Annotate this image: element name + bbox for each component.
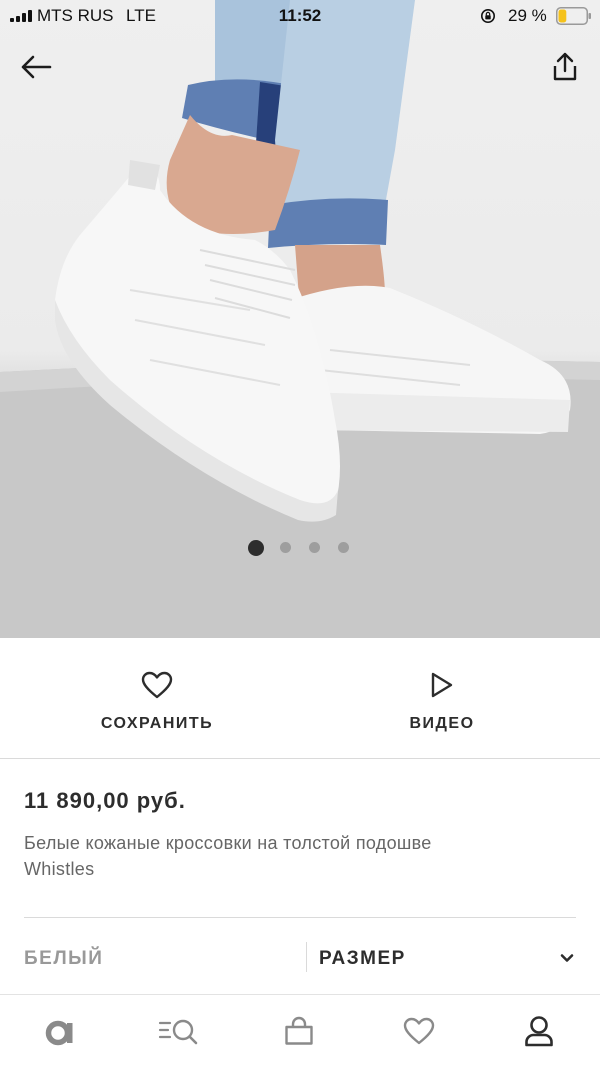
divider bbox=[0, 758, 600, 759]
search-icon bbox=[158, 1019, 198, 1045]
asos-logo-icon bbox=[45, 1020, 73, 1046]
heart-icon bbox=[141, 671, 173, 699]
product-image-gallery[interactable]: MTS RUS LTE 11:52 29 % bbox=[0, 0, 600, 638]
bag-icon bbox=[285, 1016, 313, 1045]
save-button[interactable]: СОХРАНИТЬ bbox=[57, 668, 257, 733]
battery-percent: 29 % bbox=[508, 6, 547, 25]
save-label: СОХРАНИТЬ bbox=[100, 715, 214, 732]
play-icon bbox=[431, 672, 453, 698]
back-button[interactable] bbox=[14, 45, 58, 89]
tab-home[interactable] bbox=[36, 1011, 84, 1051]
gallery-dot[interactable] bbox=[337, 542, 349, 553]
chevron-down-icon bbox=[560, 954, 574, 962]
tab-saved[interactable] bbox=[395, 1011, 443, 1051]
user-icon bbox=[525, 1016, 553, 1047]
tab-bar bbox=[0, 994, 600, 1066]
status-bar: MTS RUS LTE 11:52 29 % bbox=[0, 0, 600, 32]
size-label: РАЗМЕР bbox=[319, 948, 406, 969]
tab-search[interactable] bbox=[155, 1011, 203, 1051]
action-row: СОХРАНИТЬ ВИДЕО bbox=[0, 638, 600, 758]
gallery-dot[interactable] bbox=[308, 542, 320, 553]
variant-row: БЕЛЫЙ РАЗМЕР bbox=[0, 918, 600, 994]
arrow-left-icon bbox=[21, 55, 52, 79]
video-button[interactable]: ВИДЕО bbox=[342, 668, 542, 733]
gallery-pagination[interactable] bbox=[0, 538, 600, 558]
share-button[interactable] bbox=[543, 45, 587, 89]
product-price: 11 890,00 руб. bbox=[24, 788, 186, 813]
product-title: Белые кожаные кроссовки на толстой подош… bbox=[24, 833, 432, 879]
tab-account[interactable] bbox=[515, 1011, 563, 1051]
heart-icon bbox=[403, 1017, 435, 1045]
gallery-dot[interactable] bbox=[248, 540, 264, 556]
product-color: БЕЛЫЙ bbox=[24, 948, 104, 969]
share-icon bbox=[553, 52, 577, 81]
battery-icon bbox=[556, 7, 591, 25]
video-label: ВИДЕО bbox=[409, 715, 475, 732]
gallery-dot[interactable] bbox=[279, 542, 291, 553]
size-select[interactable]: РАЗМЕР bbox=[307, 918, 600, 994]
tab-bag[interactable] bbox=[275, 1011, 323, 1051]
rotation-lock-icon bbox=[481, 9, 495, 23]
